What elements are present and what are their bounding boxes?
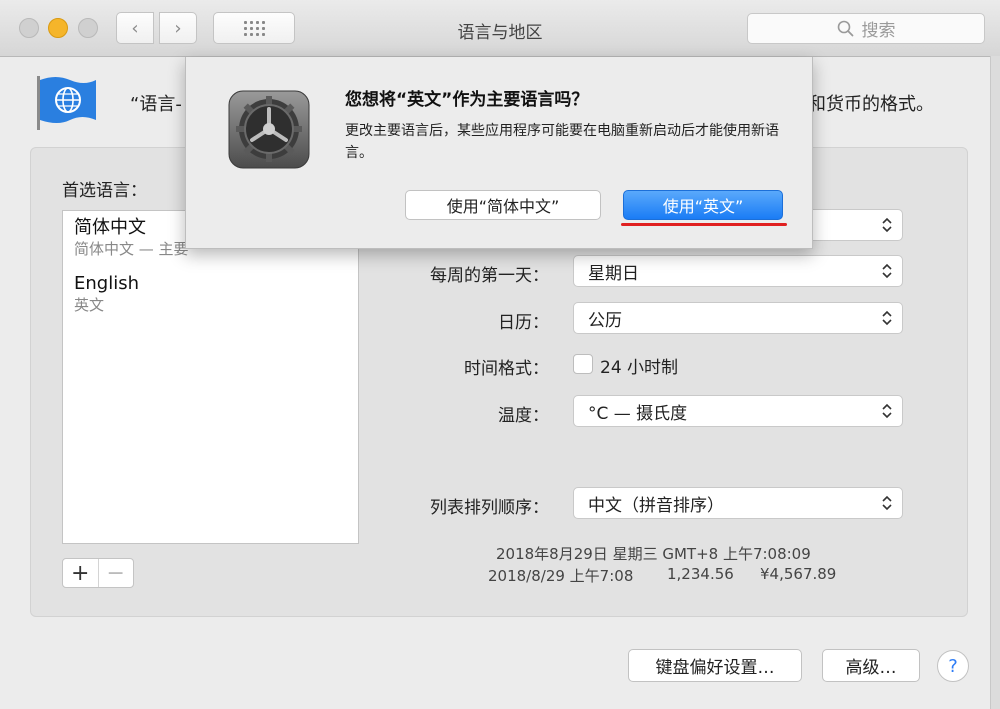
- search-icon: [837, 20, 853, 37]
- updown-chevron-icon: [882, 263, 892, 279]
- dialog-message: 更改主要语言后，某些应用程序可能要在电脑重新启动后才能使用新语言。: [345, 123, 779, 161]
- calendar-popup[interactable]: 公历: [573, 302, 903, 334]
- keyboard-preferences-button[interactable]: 键盘偏好设置…: [628, 649, 802, 682]
- preferred-languages-label: 首选语言：: [62, 181, 147, 201]
- language-name: 简体中文: [74, 217, 146, 238]
- temperature-label: 温度：: [498, 406, 549, 426]
- time-format-label: 时间格式：: [464, 359, 549, 379]
- format-sample-long: 2018年8月29日 星期三 GMT+8 上午7:08:09: [496, 545, 811, 563]
- highlight-underline: [621, 223, 787, 226]
- 24-hour-label: 24 小时制: [600, 358, 679, 378]
- language-subtitle: 简体中文 — 主要: [74, 240, 189, 258]
- first-day-label: 每周的第一天：: [430, 266, 549, 286]
- add-remove-control: + −: [62, 558, 134, 588]
- format-sample-number: 1,234.56: [667, 565, 734, 583]
- dialog-title: 您想将“英文”作为主要语言吗？: [345, 90, 589, 110]
- advanced-button[interactable]: 高级…: [822, 649, 920, 682]
- flag-globe-icon: [37, 76, 96, 130]
- intro-text: “语言-: [130, 94, 182, 115]
- use-english-button[interactable]: 使用“英文”: [623, 190, 783, 220]
- sort-order-label: 列表排列顺序：: [430, 498, 549, 518]
- intro-text-tail: 和货币的格式。: [808, 94, 934, 115]
- sort-order-popup[interactable]: 中文（拼音排序）: [573, 487, 903, 519]
- language-list[interactable]: 简体中文 简体中文 — 主要 English 英文: [62, 210, 359, 544]
- first-day-popup[interactable]: 星期日: [573, 255, 903, 287]
- format-sample-currency: ¥4,567.89: [760, 565, 837, 583]
- language-subtitle: 英文: [74, 296, 105, 314]
- remove-language-button[interactable]: −: [97, 559, 134, 587]
- temperature-popup[interactable]: °C — 摄氏度: [573, 395, 903, 427]
- sort-order-value: 中文（拼音排序）: [588, 495, 724, 516]
- add-language-button[interactable]: +: [63, 559, 98, 587]
- 24-hour-checkbox[interactable]: [573, 354, 593, 374]
- updown-chevron-icon: [882, 403, 892, 419]
- system-preferences-gear-icon: [228, 90, 310, 169]
- help-button[interactable]: ?: [937, 650, 969, 682]
- updown-chevron-icon: [882, 495, 892, 511]
- search-field[interactable]: 搜索: [747, 13, 985, 44]
- temperature-value: °C — 摄氏度: [588, 403, 688, 424]
- window-edge: [990, 56, 1000, 709]
- format-sample-short-date: 2018/8/29 上午7:08: [488, 567, 634, 585]
- title-bar: ‹ › 语言与地区 搜索: [0, 0, 1000, 57]
- language-name: English: [74, 273, 139, 294]
- updown-chevron-icon: [882, 310, 892, 326]
- updown-chevron-icon: [882, 217, 892, 233]
- confirm-primary-language-sheet: 您想将“英文”作为主要语言吗？ 更改主要语言后，某些应用程序可能要在电脑重新启动…: [185, 57, 813, 249]
- use-simplified-chinese-button[interactable]: 使用“简体中文”: [405, 190, 601, 220]
- first-day-value: 星期日: [588, 263, 639, 284]
- search-placeholder: 搜索: [861, 21, 896, 41]
- calendar-value: 公历: [588, 310, 622, 331]
- list-item[interactable]: English 英文: [74, 273, 139, 315]
- calendar-label: 日历：: [498, 313, 549, 333]
- list-item[interactable]: 简体中文 简体中文 — 主要: [74, 217, 189, 259]
